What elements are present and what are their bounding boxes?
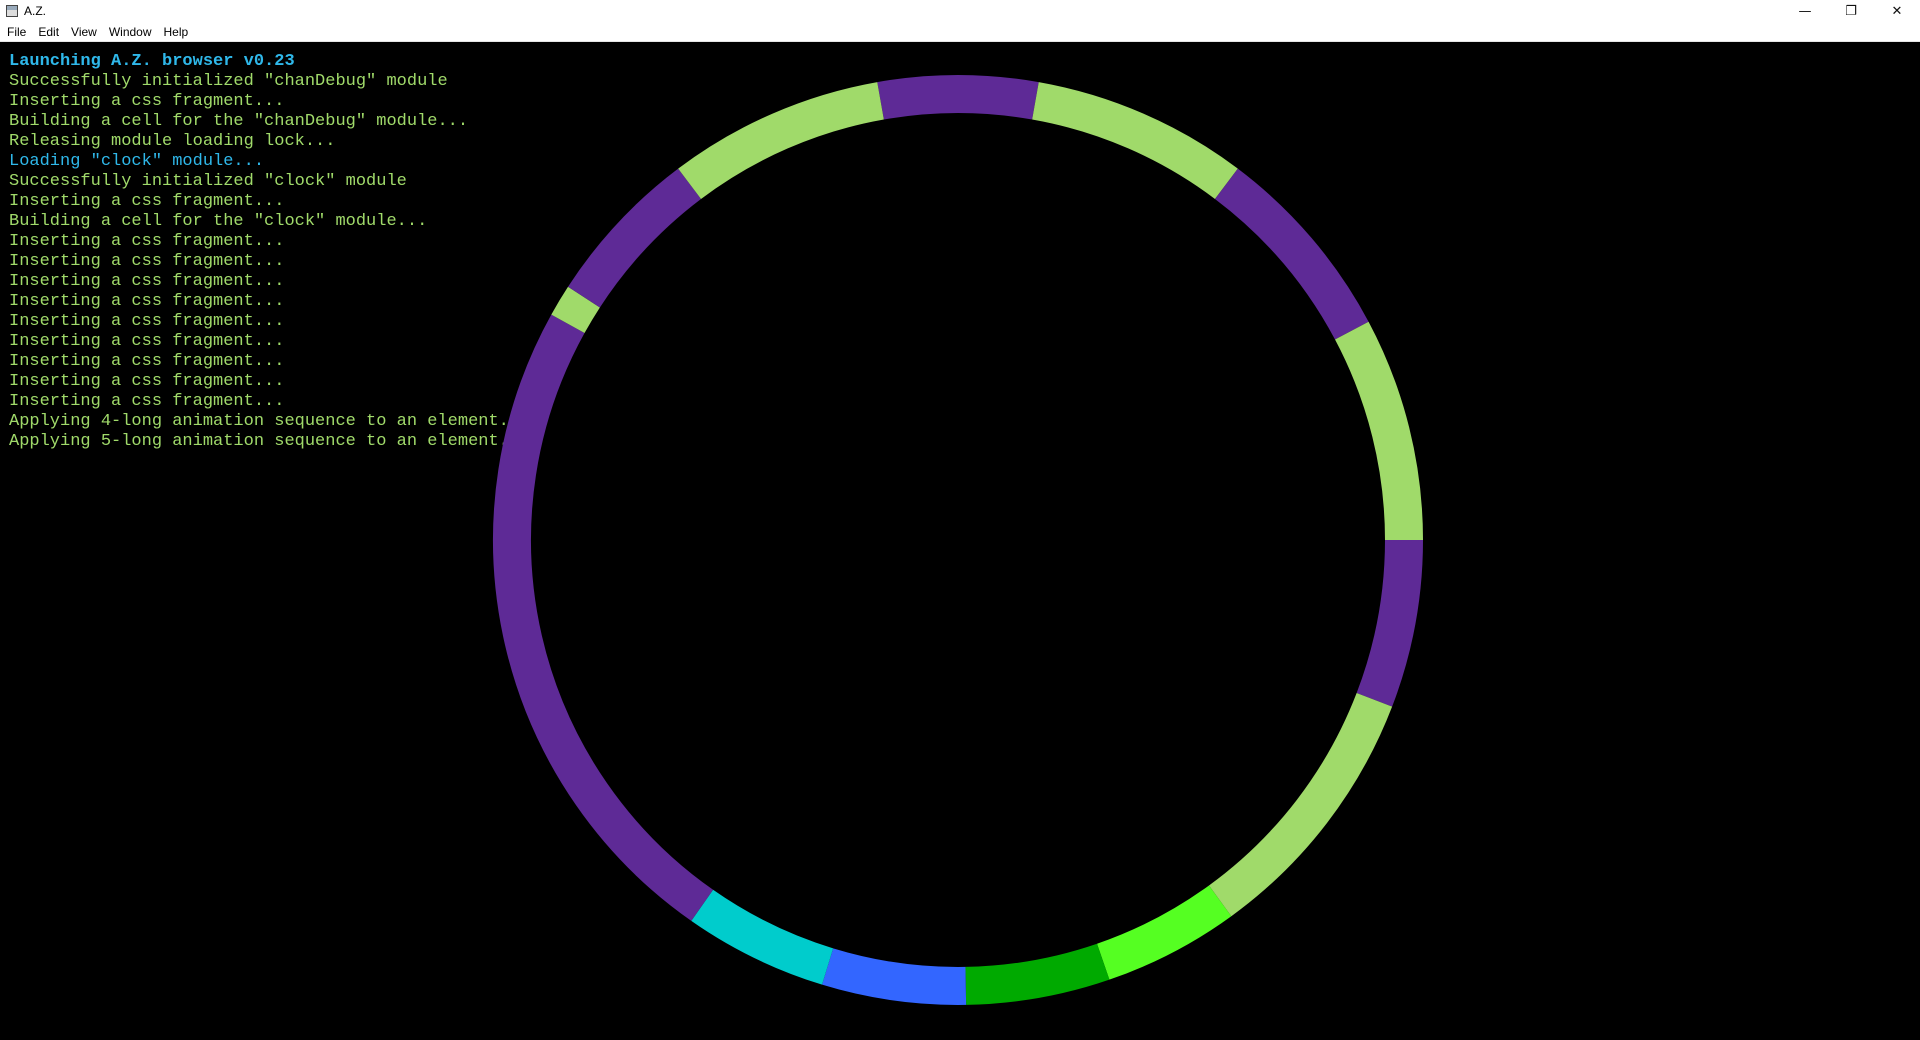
- restore-button[interactable]: ❐: [1828, 0, 1874, 22]
- clock-segment: [678, 82, 885, 200]
- close-button[interactable]: ✕: [1874, 0, 1920, 22]
- clock-segment: [691, 889, 834, 985]
- menu-window[interactable]: Window: [102, 25, 157, 39]
- clock-segment: [822, 948, 967, 1005]
- clock-segment: [965, 943, 1110, 1005]
- clock-segment: [493, 314, 714, 921]
- window-controls: — ❐ ✕: [1782, 0, 1920, 22]
- menu-bar: File Edit View Window Help: [0, 22, 1920, 42]
- menu-view[interactable]: View: [64, 25, 102, 39]
- menu-edit[interactable]: Edit: [31, 25, 64, 39]
- clock-ring: [493, 75, 1423, 1005]
- minimize-button[interactable]: —: [1782, 0, 1828, 22]
- clock-segment: [551, 286, 600, 334]
- clock-segment: [1334, 321, 1423, 541]
- app-window-icon: [6, 5, 18, 17]
- clock-segment: [1356, 539, 1423, 707]
- clock-segment: [877, 75, 1039, 120]
- title-bar: A.Z. — ❐ ✕: [0, 0, 1920, 22]
- window-title: A.Z.: [24, 4, 47, 18]
- menu-help[interactable]: Help: [157, 25, 194, 39]
- browser-content: Launching A.Z. browser v0.23 Successfully…: [0, 43, 1920, 1040]
- clock-segment: [1031, 82, 1238, 200]
- clock-segment: [1208, 692, 1393, 917]
- clock-segment: [1096, 885, 1232, 980]
- clock-segment: [1214, 168, 1369, 340]
- clock-segment: [568, 168, 702, 308]
- menu-file[interactable]: File: [0, 25, 31, 39]
